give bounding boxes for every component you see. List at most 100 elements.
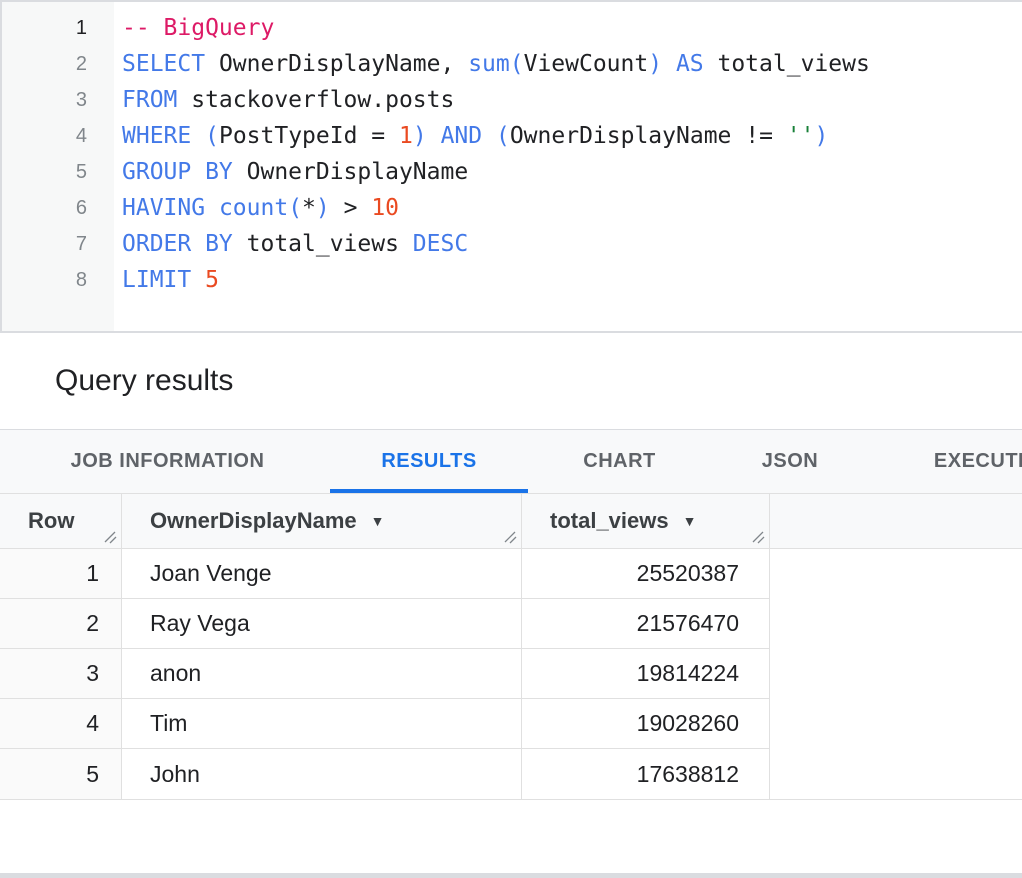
code-token: count( [219,195,302,221]
owner-display-name-cell: anon [122,649,522,699]
page-title: Query results [55,364,233,398]
code-token: total_views [704,51,870,77]
row-number-cell: 5 [0,749,122,799]
code-token: WHERE [122,123,191,149]
code-token: DESC [413,231,468,257]
code-token: AND [441,123,483,149]
bigquery-results-page: 12345678 -- BigQuerySELECT OwnerDisplayN… [0,0,1022,878]
code-token: OwnerDisplayName != [510,123,787,149]
column-header-ownerdisplayname[interactable]: OwnerDisplayName ▼ [122,494,522,549]
editor-gutter: 12345678 [2,2,114,331]
code-token: ) [648,51,662,77]
sql-editor[interactable]: 12345678 -- BigQuery SELECT OwnerDisplayN… [0,0,1022,331]
horizontal-scrollbar[interactable] [0,873,1022,878]
code-token: ) [316,195,330,221]
code-token: total_views [233,231,413,257]
owner-display-name-cell: John [122,749,522,799]
code-token: ( [496,123,510,149]
table-row: 2Ray Vega21576470 [0,599,1022,649]
code-token: '' [787,123,815,149]
code-token: FROM [122,87,177,113]
total-views-cell: 21576470 [522,599,770,649]
tab-results[interactable]: RESULTS [330,430,528,493]
code-line[interactable]: GROUP BY OwnerDisplayName [122,154,1022,190]
column-resize-handle-icon[interactable] [102,529,118,545]
column-dropdown-arrow-icon[interactable]: ▼ [683,513,697,529]
code-token: 5 [205,267,219,293]
code-token: > [330,195,372,221]
code-line[interactable]: LIMIT 5 [122,262,1022,298]
code-token [191,267,205,293]
row-number-cell: 2 [0,599,122,649]
code-token: HAVING [122,195,205,221]
code-token: AS [676,51,704,77]
table-row: 5John17638812 [0,749,1022,799]
code-line[interactable]: -- BigQuery [122,10,1022,46]
row-number-cell: 1 [0,549,122,599]
line-number: 4 [2,118,114,154]
code-token: OwnerDisplayName [233,159,468,185]
code-token: stackoverflow.posts [177,87,454,113]
line-number: 5 [2,154,114,190]
tab-json[interactable]: JSON [711,430,869,493]
tab-job-information[interactable]: JOB INFORMATION [10,430,325,493]
code-token: * [302,195,316,221]
column-header-total-views-label: total_views [522,508,669,534]
code-token [205,195,219,221]
table-row: 4Tim19028260 [0,699,1022,749]
code-line[interactable]: HAVING count(*) > 10 [122,190,1022,226]
owner-display-name-cell: Ray Vega [122,599,522,649]
code-token: ( [205,123,219,149]
column-header-filler [770,494,1022,549]
column-header-ownerdisplayname-label: OwnerDisplayName [122,508,357,534]
column-header-total-views[interactable]: total_views ▼ [522,494,770,549]
line-number: 2 [2,46,114,82]
table-body: 1Joan Venge255203872Ray Vega215764703ano… [0,549,1022,800]
owner-display-name-cell: Tim [122,699,522,749]
code-token: -- BigQuery [122,15,274,41]
code-token [482,123,496,149]
line-number: 7 [2,226,114,262]
code-token [427,123,441,149]
code-token: ) [413,123,427,149]
row-filler-cell [770,749,1022,799]
table-row: 3anon19814224 [0,649,1022,699]
row-filler-cell [770,599,1022,649]
code-token [662,51,676,77]
column-resize-handle-icon[interactable] [750,529,766,545]
total-views-cell: 17638812 [522,749,770,799]
line-number: 8 [2,262,114,298]
code-token: SELECT [122,51,205,77]
code-line[interactable]: WHERE (PostTypeId = 1) AND (OwnerDisplay… [122,118,1022,154]
code-line[interactable]: SELECT OwnerDisplayName, sum(ViewCount) … [122,46,1022,82]
total-views-cell: 25520387 [522,549,770,599]
results-tabbar: JOB INFORMATIONRESULTSCHARTJSONEXECUTI [0,430,1022,493]
column-header-row[interactable]: Row [0,494,122,549]
column-header-row-label: Row [0,508,74,534]
column-resize-handle-icon[interactable] [502,529,518,545]
code-token: 10 [371,195,399,221]
code-token: 1 [399,123,413,149]
total-views-cell: 19028260 [522,699,770,749]
owner-display-name-cell: Joan Venge [122,549,522,599]
row-filler-cell [770,549,1022,599]
table-header: Row OwnerDisplayName ▼ total_views ▼ [0,493,1022,549]
code-area[interactable]: -- BigQuery SELECT OwnerDisplayName, sum(… [114,2,1022,331]
column-dropdown-arrow-icon[interactable]: ▼ [371,513,385,529]
table-row: 1Joan Venge25520387 [0,549,1022,599]
row-filler-cell [770,649,1022,699]
tab-executi[interactable]: EXECUTI [874,430,1022,493]
code-token: LIMIT [122,267,191,293]
code-line[interactable]: FROM stackoverflow.posts [122,82,1022,118]
code-token: ViewCount [524,51,649,77]
tab-chart[interactable]: CHART [533,430,706,493]
line-number: 6 [2,190,114,226]
code-line[interactable]: ORDER BY total_views DESC [122,226,1022,262]
line-number: 1 [2,10,114,46]
code-token: PostTypeId = [219,123,399,149]
code-token: ORDER BY [122,231,233,257]
code-token [191,123,205,149]
row-number-cell: 3 [0,649,122,699]
code-token: sum( [468,51,523,77]
results-titlebar: Query results [0,333,1022,429]
